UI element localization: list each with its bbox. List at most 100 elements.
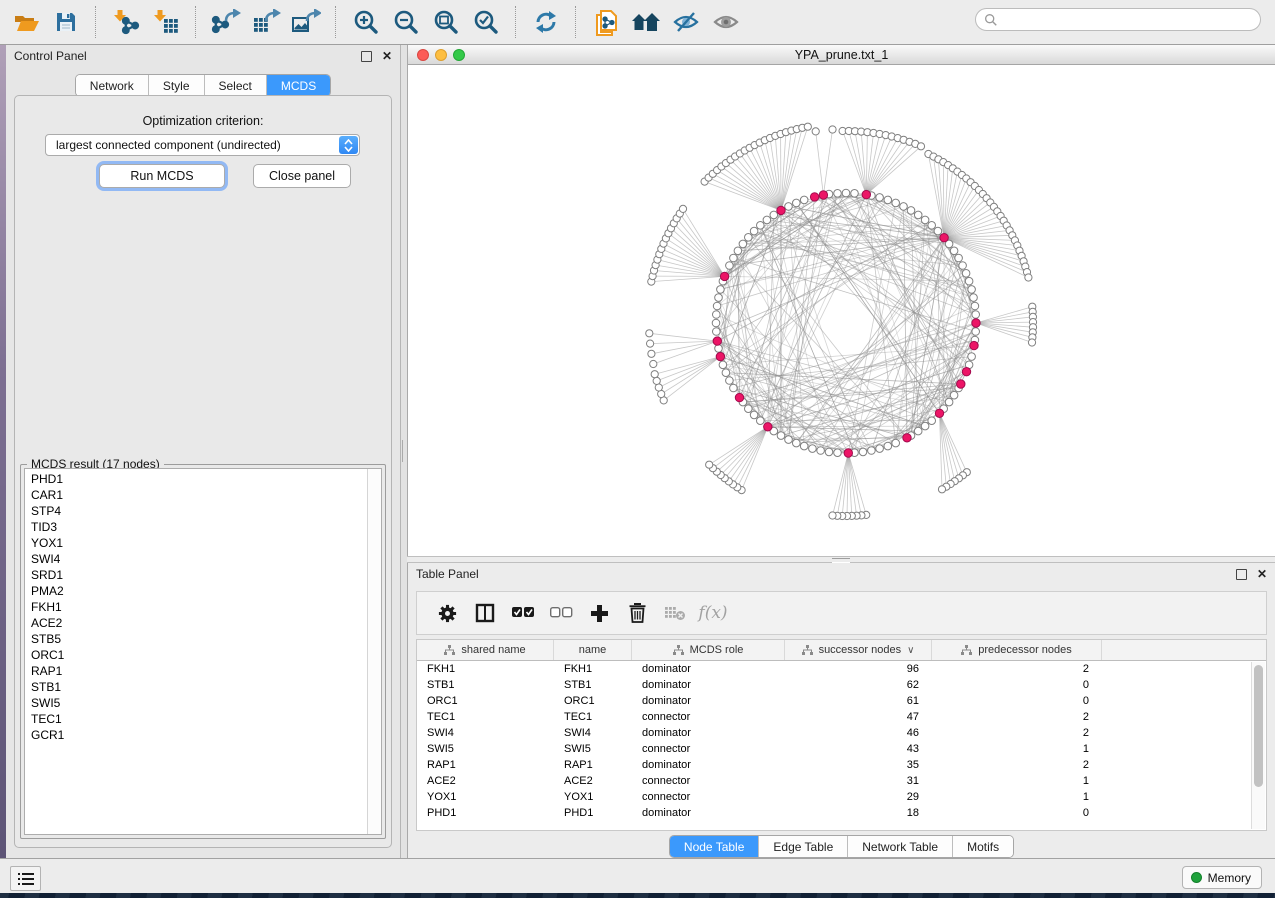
window-controls (417, 49, 465, 61)
tab-mcds[interactable]: MCDS (267, 75, 330, 96)
result-scrollbar[interactable] (367, 469, 381, 834)
cell-name: ACE2 (554, 775, 632, 787)
zoom-fit-icon[interactable] (426, 4, 466, 40)
result-node[interactable]: CAR1 (25, 487, 367, 503)
table-tab-node-table[interactable]: Node Table (670, 836, 760, 857)
mcds-result-listbox[interactable]: PHD1CAR1STP4TID3YOX1SWI4SRD1PMA2FKH1ACE2… (24, 468, 382, 835)
export-image-icon[interactable] (286, 4, 326, 40)
column-header-successor-nodes[interactable]: successor nodes∨ (785, 640, 932, 660)
network-graph[interactable] (408, 65, 1274, 556)
close-panel-icon[interactable]: ✕ (382, 52, 392, 61)
result-node[interactable]: STP4 (25, 503, 367, 519)
cell-predecessor-nodes: 1 (932, 743, 1102, 755)
tab-style[interactable]: Style (149, 75, 205, 96)
maximize-window-icon[interactable] (453, 49, 465, 61)
gear-icon[interactable] (431, 596, 463, 630)
tab-select[interactable]: Select (205, 75, 267, 96)
cell-name: PHD1 (554, 807, 632, 819)
cell-shared-name: SWI4 (417, 727, 554, 739)
table-row[interactable]: STB1STB1dominator620 (417, 677, 1266, 693)
result-node[interactable]: YOX1 (25, 535, 367, 551)
table-row[interactable]: YOX1YOX1connector291 (417, 789, 1266, 805)
close-panel-icon[interactable]: ✕ (1257, 570, 1267, 579)
cell-name: SWI4 (554, 727, 632, 739)
criterion-dropdown[interactable]: largest connected component (undirected) (45, 134, 360, 156)
scrollbar-thumb[interactable] (1254, 665, 1263, 787)
result-node[interactable]: SWI4 (25, 551, 367, 567)
table-scrollbar[interactable] (1251, 662, 1265, 829)
result-node[interactable]: SRD1 (25, 567, 367, 583)
zoom-in-icon[interactable] (346, 4, 386, 40)
column-header-MCDS-role[interactable]: MCDS role (632, 640, 785, 660)
float-panel-icon[interactable] (1236, 569, 1247, 580)
memory-button[interactable]: Memory (1182, 866, 1262, 889)
network-window-titlebar[interactable]: YPA_prune.txt_1 (408, 45, 1275, 65)
cell-predecessor-nodes: 0 (932, 679, 1102, 691)
add-column-icon[interactable] (583, 596, 615, 630)
delete-column-icon[interactable] (621, 596, 653, 630)
new-network-from-selection-icon[interactable] (586, 4, 626, 40)
result-node[interactable]: ORC1 (25, 647, 367, 663)
result-node[interactable]: FKH1 (25, 599, 367, 615)
search-box[interactable] (975, 8, 1261, 31)
minimize-window-icon[interactable] (435, 49, 447, 61)
close-window-icon[interactable] (417, 49, 429, 61)
table-tab-network-table[interactable]: Network Table (848, 836, 953, 857)
column-header-shared-name[interactable]: shared name (417, 640, 554, 660)
result-node[interactable]: TID3 (25, 519, 367, 535)
float-panel-icon[interactable] (361, 51, 372, 62)
table-tab-edge-table[interactable]: Edge Table (759, 836, 848, 857)
table-row[interactable]: RAP1RAP1dominator352 (417, 757, 1266, 773)
result-node[interactable]: ACE2 (25, 615, 367, 631)
table-panel-title: Table Panel (416, 567, 1236, 581)
column-header-name[interactable]: name (554, 640, 632, 660)
column-panes-icon[interactable] (469, 596, 501, 630)
zoom-selected-icon[interactable] (466, 4, 506, 40)
cell-name: SWI5 (554, 743, 632, 755)
export-network-icon[interactable] (206, 4, 246, 40)
cell-successor-nodes: 43 (785, 743, 932, 755)
open-file-icon[interactable] (6, 4, 46, 40)
select-all-icon[interactable] (507, 596, 539, 630)
deselect-all-icon[interactable] (545, 596, 577, 630)
export-table-icon[interactable] (246, 4, 286, 40)
horizontal-splitter[interactable] (407, 556, 1275, 563)
result-node[interactable]: PHD1 (25, 471, 367, 487)
table-row[interactable]: PHD1PHD1dominator180 (417, 805, 1266, 821)
home-icon[interactable] (626, 4, 666, 40)
show-eye-icon[interactable] (706, 4, 746, 40)
table-row[interactable]: ACE2ACE2connector311 (417, 773, 1266, 789)
refresh-network-icon[interactable] (526, 4, 566, 40)
network-canvas[interactable] (408, 65, 1275, 556)
table-row[interactable]: SWI4SWI4dominator462 (417, 725, 1266, 741)
result-node[interactable]: GCR1 (25, 727, 367, 743)
table-row[interactable]: TEC1TEC1connector472 (417, 709, 1266, 725)
graph-nodes[interactable] (646, 123, 1037, 519)
cell-MCDS-role: dominator (632, 759, 785, 771)
column-header-predecessor-nodes[interactable]: predecessor nodes (932, 640, 1102, 660)
result-node[interactable]: STB5 (25, 631, 367, 647)
close-panel-button[interactable]: Close panel (253, 164, 351, 188)
table-row[interactable]: SWI5SWI5connector431 (417, 741, 1266, 757)
node-table: shared namenameMCDS rolesuccessor nodes∨… (416, 639, 1267, 831)
cell-name: RAP1 (554, 759, 632, 771)
result-node[interactable]: RAP1 (25, 663, 367, 679)
import-network-from-file-icon[interactable] (106, 4, 146, 40)
dropdown-stepper-icon (339, 136, 358, 154)
result-node[interactable]: PMA2 (25, 583, 367, 599)
table-tab-motifs[interactable]: Motifs (953, 836, 1013, 857)
import-table-from-file-icon[interactable] (146, 4, 186, 40)
table-row[interactable]: FKH1FKH1dominator962 (417, 661, 1266, 677)
result-node[interactable]: SWI5 (25, 695, 367, 711)
table-row[interactable]: ORC1ORC1dominator610 (417, 693, 1266, 709)
result-node[interactable]: STB1 (25, 679, 367, 695)
zoom-out-icon[interactable] (386, 4, 426, 40)
search-input[interactable] (1003, 12, 1260, 28)
cell-predecessor-nodes: 1 (932, 791, 1102, 803)
run-mcds-button[interactable]: Run MCDS (99, 164, 225, 188)
save-session-icon[interactable] (46, 4, 86, 40)
task-history-button[interactable] (10, 866, 41, 891)
hide-selected-icon[interactable] (666, 4, 706, 40)
result-node[interactable]: TEC1 (25, 711, 367, 727)
tab-network[interactable]: Network (76, 75, 149, 96)
